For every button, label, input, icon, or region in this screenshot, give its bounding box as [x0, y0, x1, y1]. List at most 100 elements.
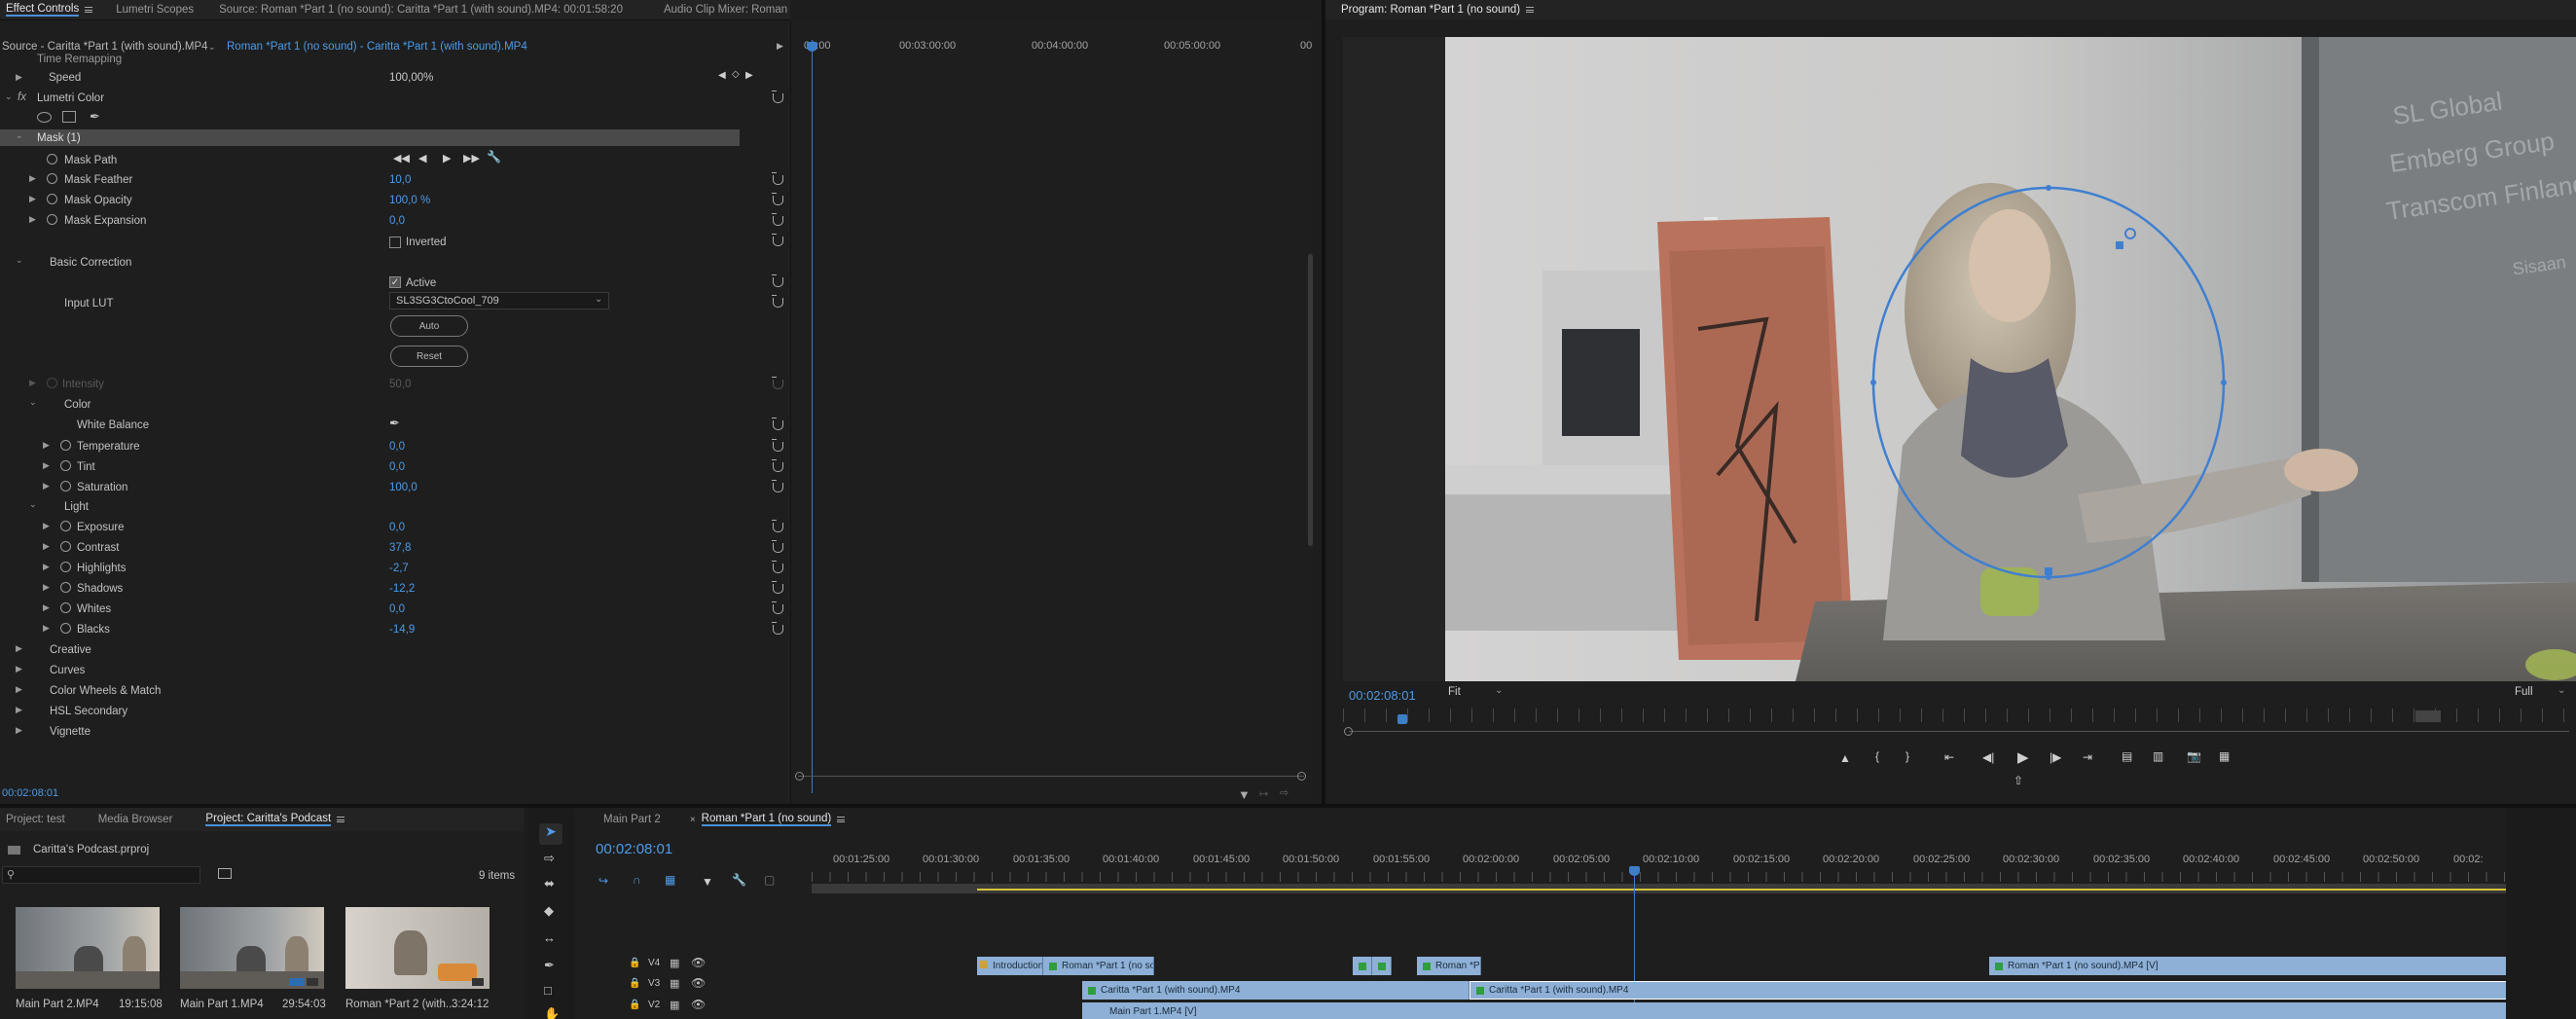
- mask-row-selected[interactable]: [0, 129, 740, 146]
- stopwatch-icon[interactable]: [60, 460, 71, 471]
- inverted-checkbox[interactable]: [389, 237, 401, 248]
- go-to-out-icon[interactable]: ⇥: [2083, 750, 2092, 764]
- expand-icon[interactable]: ▶: [43, 623, 50, 634]
- tab-project-carittas-podcast[interactable]: Project: Caritta's Podcast: [200, 810, 350, 829]
- thumbnail-main-part-2[interactable]: [16, 907, 160, 989]
- timeline-settings-icon[interactable]: 🔧: [732, 873, 746, 887]
- expand-icon[interactable]: ▶: [29, 378, 36, 388]
- blacks-value[interactable]: -14,9: [389, 624, 415, 636]
- filter-icon[interactable]: ▼: [1238, 787, 1251, 802]
- fx-badge[interactable]: fx: [18, 91, 26, 103]
- timeline-playhead-marker[interactable]: [1629, 866, 1640, 876]
- eye-icon[interactable]: 👁: [691, 998, 706, 1011]
- tab-source[interactable]: Source: Roman *Part 1 (no sound): Caritt…: [213, 0, 629, 19]
- zoom-level-dropdown[interactable]: Fit ⌄: [1448, 685, 1508, 702]
- selection-tool[interactable]: ➤: [539, 823, 562, 845]
- panel-menu-icon[interactable]: [337, 817, 345, 822]
- mask-feather-value[interactable]: 10,0: [389, 174, 411, 186]
- program-time-ruler[interactable]: [1343, 709, 2571, 722]
- add-keyframe-icon[interactable]: ◇: [732, 69, 740, 80]
- track-select-tool-icon[interactable]: ⇨: [544, 851, 555, 866]
- expand-icon[interactable]: ▶: [43, 460, 50, 471]
- expand-icon[interactable]: ▶: [43, 481, 50, 491]
- tab-lumetri-scopes[interactable]: Lumetri Scopes: [110, 0, 200, 19]
- ec-zoom-bar[interactable]: [798, 776, 1304, 777]
- stopwatch-icon[interactable]: [47, 194, 57, 204]
- expand-icon[interactable]: ▶: [43, 602, 50, 613]
- ec-playhead[interactable]: [812, 40, 813, 793]
- mask-vertex-handle[interactable]: [2046, 185, 2051, 191]
- reset-icon[interactable]: [772, 193, 783, 205]
- saturation-value[interactable]: 100,0: [389, 482, 417, 493]
- clip-main-part-1[interactable]: Main Part 1.MP4 [V]: [1082, 1002, 2571, 1019]
- mark-out-icon[interactable]: }: [1905, 749, 1909, 763]
- collapse-icon[interactable]: ⌄: [16, 130, 23, 141]
- play-icon[interactable]: ▶: [2017, 748, 2029, 766]
- clip-caritta-part-1-selected[interactable]: Caritta *Part 1 (with sound).MP4: [1469, 981, 2571, 1000]
- stopwatch-icon[interactable]: [60, 562, 71, 572]
- mask-expansion-value[interactable]: 0,0: [389, 215, 405, 227]
- expand-icon[interactable]: ▶: [43, 521, 50, 531]
- reset-icon[interactable]: [772, 234, 783, 246]
- expand-icon[interactable]: ▶: [16, 705, 22, 715]
- input-lut-dropdown[interactable]: SL3SG3CtoCool_709 ⌄: [389, 292, 609, 309]
- expand-icon[interactable]: ▶: [43, 582, 50, 593]
- tab-program[interactable]: Program: Roman *Part 1 (no sound): [1325, 0, 1540, 19]
- rectangle-mask-icon[interactable]: [62, 111, 76, 123]
- section-vignette[interactable]: Vignette: [50, 726, 91, 738]
- reset-icon[interactable]: [772, 480, 783, 492]
- insert-sequence-icon[interactable]: ↪: [599, 874, 608, 888]
- reset-icon[interactable]: [772, 561, 783, 573]
- stopwatch-icon[interactable]: [60, 481, 71, 491]
- play-only-clip-icon[interactable]: ▶: [777, 41, 783, 52]
- eye-icon[interactable]: 👁: [691, 956, 706, 969]
- close-icon[interactable]: ×: [690, 815, 696, 825]
- go-to-in-icon[interactable]: ⇤: [1944, 750, 1954, 764]
- pen-tool-icon[interactable]: ✒: [544, 958, 555, 973]
- expand-icon[interactable]: ▶: [16, 72, 22, 83]
- ellipse-mask-icon[interactable]: [37, 112, 52, 123]
- panel-menu-icon[interactable]: [85, 7, 93, 13]
- zoom-handle-left[interactable]: [1344, 727, 1353, 736]
- lock-icon[interactable]: 🔒: [629, 978, 640, 989]
- tab-effect-controls[interactable]: Effect Controls: [0, 0, 98, 19]
- active-checkbox[interactable]: ✓: [389, 276, 401, 288]
- snap-icon[interactable]: ∩: [633, 873, 641, 887]
- stopwatch-icon[interactable]: [47, 154, 57, 164]
- reset-icon[interactable]: [772, 213, 783, 226]
- panel-menu-icon[interactable]: [837, 817, 846, 822]
- add-marker-icon[interactable]: ▲: [1839, 751, 1851, 765]
- prev-keyframe-icon[interactable]: ◀: [718, 70, 726, 81]
- track-backward-icon[interactable]: ◀: [418, 152, 426, 164]
- reset-icon[interactable]: [772, 295, 783, 308]
- tab-roman-part-1[interactable]: × Roman *Part 1 (no sound): [684, 810, 851, 829]
- mask-vertex-handle[interactable]: [1870, 380, 1876, 385]
- mask-opacity-value[interactable]: 100,0 %: [389, 195, 430, 206]
- collapse-icon[interactable]: ⌄: [29, 397, 37, 408]
- highlights-value[interactable]: -2,7: [389, 563, 409, 574]
- project-search-input[interactable]: ⚲: [2, 866, 200, 884]
- auto-button[interactable]: Auto: [390, 315, 468, 337]
- shadows-value[interactable]: -12,2: [389, 583, 415, 595]
- contrast-value[interactable]: 37,8: [389, 542, 411, 554]
- export-button-icon[interactable]: ⇧: [2014, 774, 2023, 787]
- expand-icon[interactable]: ▶: [16, 664, 22, 674]
- tab-audio-clip-mixer[interactable]: Audio Clip Mixer: Roman *Part 1 (no soun…: [658, 0, 790, 19]
- tab-media-browser[interactable]: Media Browser: [92, 810, 179, 829]
- reset-effect-icon[interactable]: [772, 91, 783, 103]
- reset-icon[interactable]: [772, 418, 783, 430]
- export-icon[interactable]: ⇨: [1280, 786, 1288, 799]
- sequence-clip-label[interactable]: Roman *Part 1 (no sound) - Caritta *Part…: [227, 41, 527, 53]
- exposure-value[interactable]: 0,0: [389, 522, 405, 533]
- reset-icon[interactable]: [772, 459, 783, 472]
- step-forward-icon[interactable]: |▶: [2050, 750, 2061, 764]
- expand-icon[interactable]: ▶: [43, 541, 50, 552]
- program-playhead-marker[interactable]: [1397, 714, 1407, 724]
- expand-icon[interactable]: ▶: [29, 194, 36, 204]
- new-bin-icon[interactable]: [218, 868, 232, 879]
- expand-icon[interactable]: ▶: [29, 173, 36, 184]
- linked-selection-icon[interactable]: ▦: [665, 873, 675, 887]
- track-forward-one-frame-icon[interactable]: ▶▶: [463, 152, 480, 164]
- panel-menu-icon[interactable]: [1526, 7, 1535, 13]
- export-frame-icon[interactable]: 📷: [2187, 749, 2201, 763]
